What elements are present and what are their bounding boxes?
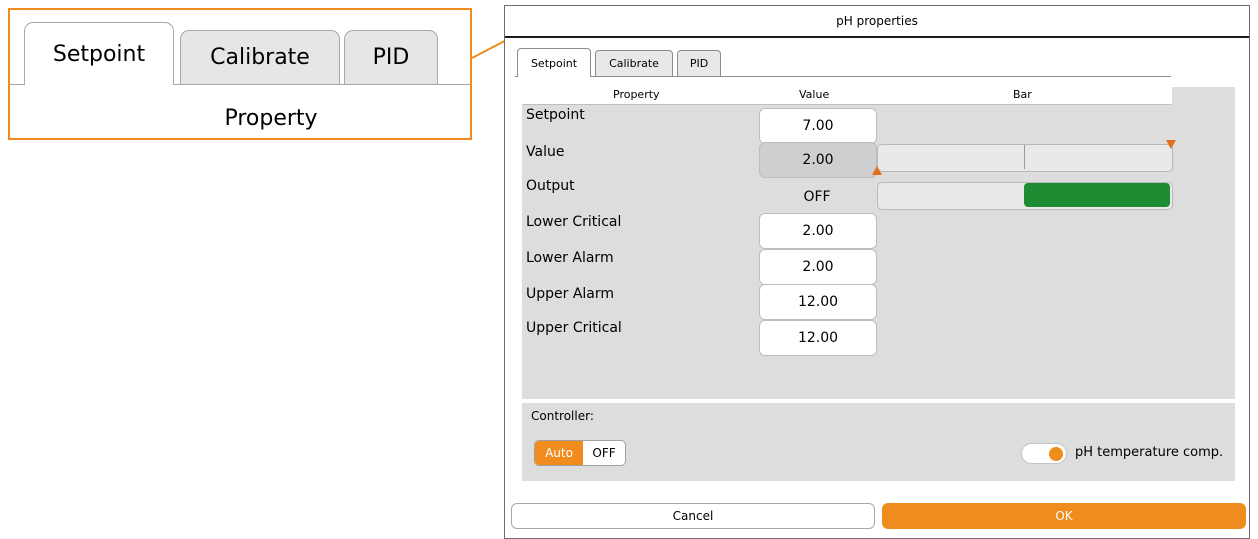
row-label-lower-critical: Lower Critical bbox=[526, 214, 622, 230]
output-value: OFF bbox=[803, 189, 831, 205]
property-table bbox=[522, 87, 1235, 399]
toggle-knob bbox=[1049, 447, 1063, 461]
upper-alarm-field[interactable]: 12.00 bbox=[759, 284, 877, 320]
row-label-lower-alarm: Lower Alarm bbox=[526, 250, 614, 266]
output-bar-fill bbox=[1024, 183, 1170, 207]
column-header-bar: Bar bbox=[1013, 88, 1032, 101]
header-divider bbox=[523, 104, 1171, 105]
column-header-property: Property bbox=[613, 88, 660, 101]
column-header-value: Value bbox=[799, 88, 830, 101]
value-bar-marker bbox=[1024, 145, 1025, 169]
temp-comp-toggle[interactable] bbox=[1021, 443, 1067, 464]
tab-strip-divider bbox=[515, 76, 1171, 77]
current-value-field: 2.00 bbox=[759, 142, 877, 178]
lower-critical-field[interactable]: 2.00 bbox=[759, 213, 877, 249]
row-label-output: Output bbox=[526, 178, 575, 194]
controller-label: Controller: bbox=[531, 409, 594, 423]
tab-pid[interactable]: PID bbox=[677, 50, 721, 76]
cancel-button[interactable]: Cancel bbox=[511, 503, 875, 529]
controller-mode-switch[interactable]: Auto OFF bbox=[534, 440, 626, 466]
lower-limit-marker-icon bbox=[872, 166, 882, 175]
setpoint-value-field[interactable]: 7.00 bbox=[759, 108, 877, 144]
zoom-property-header: Property bbox=[224, 106, 318, 131]
row-label-upper-critical: Upper Critical bbox=[526, 320, 622, 336]
tab-calibrate[interactable]: Calibrate bbox=[595, 50, 673, 76]
output-bar bbox=[877, 182, 1173, 210]
ph-properties-dialog: pH properties Setpoint Calibrate PID Pro… bbox=[504, 5, 1250, 539]
row-label-setpoint: Setpoint bbox=[526, 107, 585, 123]
controller-section: Controller: Auto OFF pH temperature comp… bbox=[522, 403, 1235, 481]
mode-auto-button[interactable]: Auto bbox=[535, 441, 583, 465]
lower-alarm-field[interactable]: 2.00 bbox=[759, 249, 877, 285]
upper-critical-field[interactable]: 12.00 bbox=[759, 320, 877, 356]
value-bar bbox=[877, 144, 1173, 172]
zoom-tab-setpoint: Setpoint bbox=[24, 22, 174, 85]
tab-setpoint[interactable]: Setpoint bbox=[517, 48, 591, 77]
ok-button[interactable]: OK bbox=[882, 503, 1246, 529]
upper-limit-marker-icon bbox=[1166, 140, 1176, 149]
row-label-upper-alarm: Upper Alarm bbox=[526, 286, 615, 302]
temp-comp-label: pH temperature comp. bbox=[1075, 445, 1224, 460]
dialog-title: pH properties bbox=[505, 6, 1249, 38]
zoom-callout: Setpoint Calibrate PID Property bbox=[8, 8, 472, 140]
row-label-value: Value bbox=[526, 144, 565, 160]
zoom-tab-pid: PID bbox=[344, 30, 438, 84]
zoom-tab-calibrate: Calibrate bbox=[180, 30, 340, 84]
mode-off-button[interactable]: OFF bbox=[583, 441, 625, 465]
